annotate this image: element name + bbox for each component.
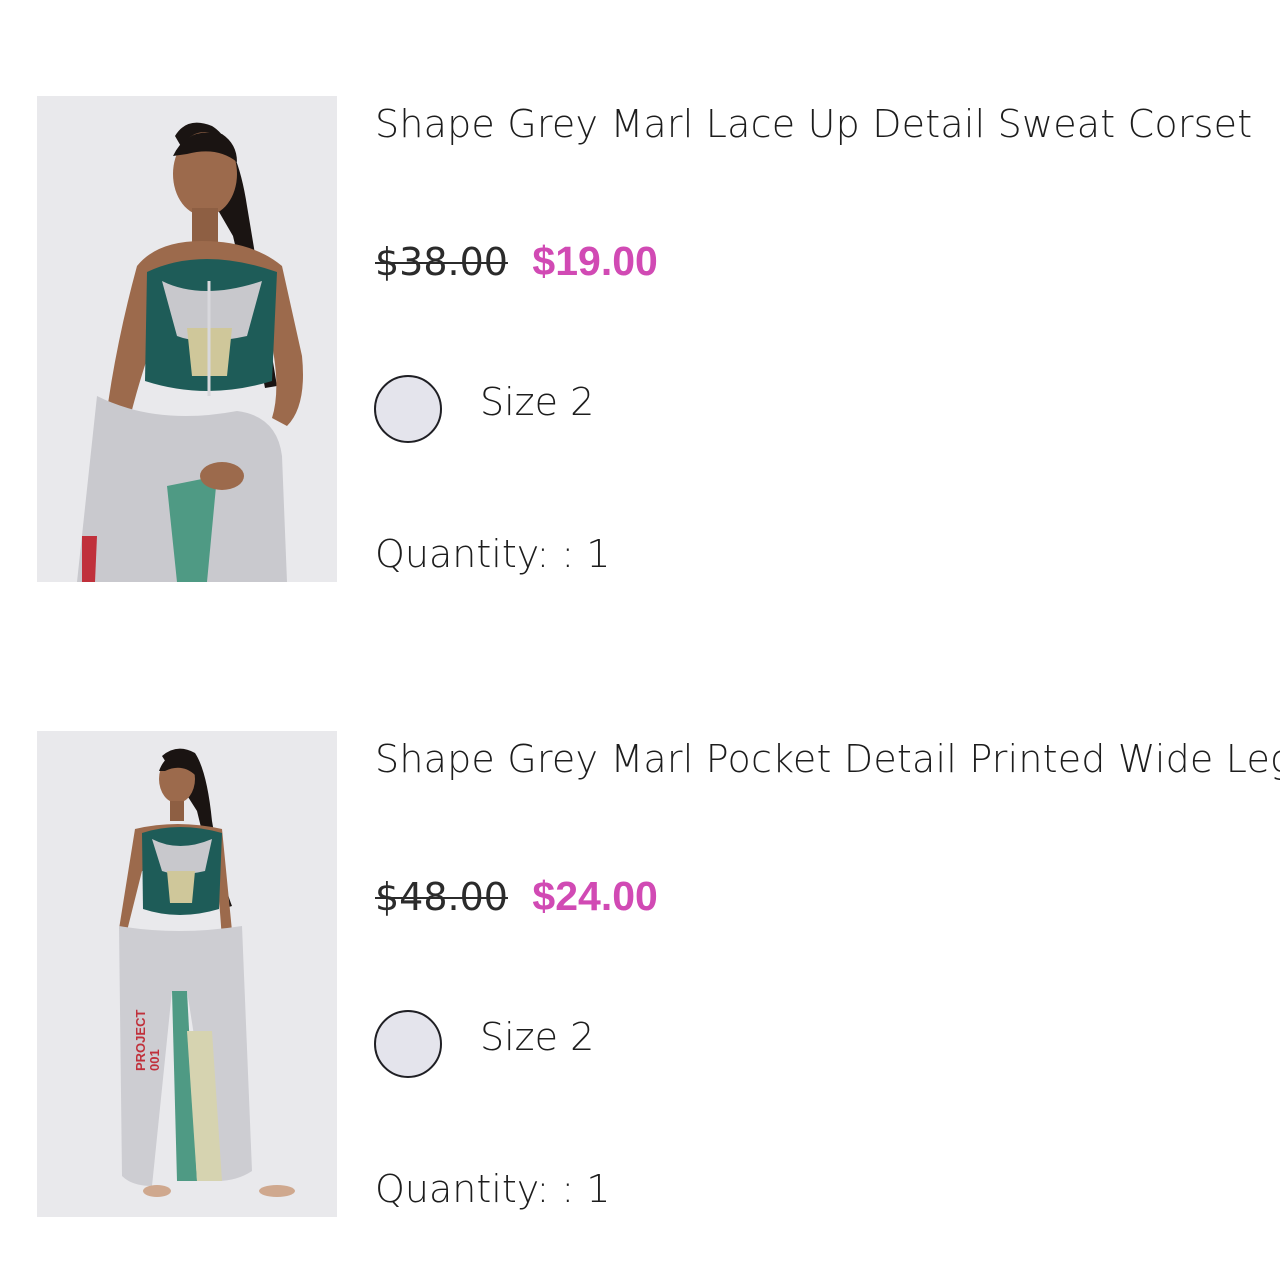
- cart-item: PROJECT 001 Shape Grey Marl Pocket Detai…: [0, 731, 1280, 1221]
- sale-price: $19.00: [532, 238, 658, 284]
- color-swatch[interactable]: [374, 1010, 442, 1078]
- size-label: Size 2: [480, 380, 595, 424]
- original-price: $48.00: [375, 875, 508, 919]
- color-swatch[interactable]: [374, 375, 442, 443]
- product-photo-joggers: PROJECT 001: [37, 731, 337, 1217]
- quantity-label: Quantity: : 1: [375, 1167, 611, 1211]
- quantity-label: Quantity: : 1: [375, 532, 611, 576]
- product-title[interactable]: Shape Grey Marl Pocket Detail Printed Wi…: [375, 737, 1280, 781]
- product-photo-corset: [37, 96, 337, 582]
- product-title[interactable]: Shape Grey Marl Lace Up Detail Sweat Cor…: [375, 102, 1280, 146]
- svg-text:PROJECT: PROJECT: [133, 1010, 148, 1071]
- original-price: $38.00: [375, 240, 508, 284]
- size-label: Size 2: [480, 1015, 595, 1059]
- product-image[interactable]: [37, 96, 337, 582]
- cart-item: Shape Grey Marl Lace Up Detail Sweat Cor…: [0, 96, 1280, 586]
- price-group: $38.00 $19.00: [375, 238, 658, 285]
- svg-text:001: 001: [147, 1049, 162, 1071]
- product-image[interactable]: PROJECT 001: [37, 731, 337, 1217]
- price-group: $48.00 $24.00: [375, 873, 658, 920]
- sale-price: $24.00: [532, 873, 658, 919]
